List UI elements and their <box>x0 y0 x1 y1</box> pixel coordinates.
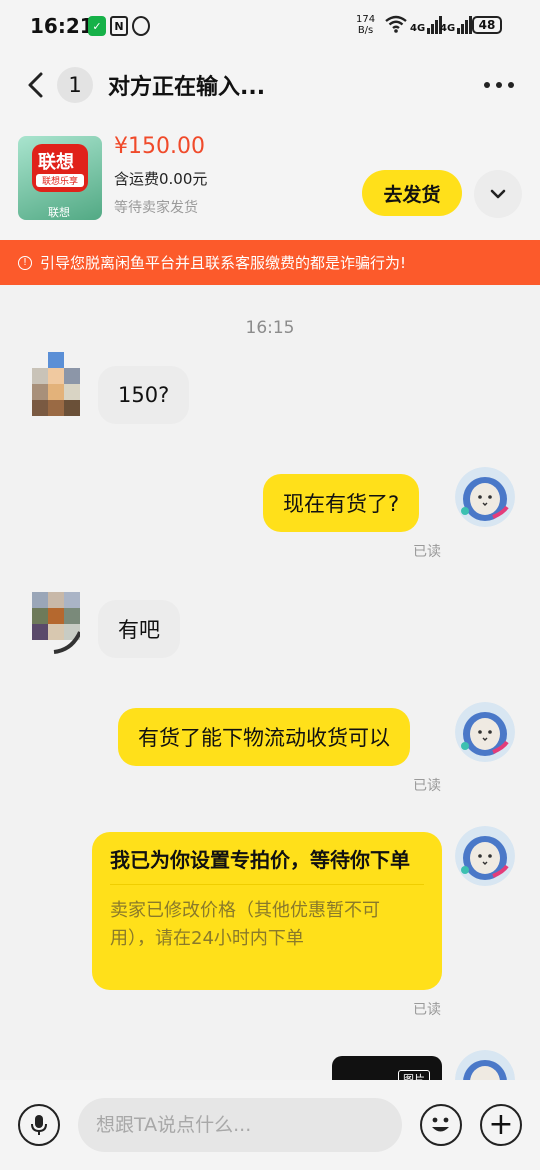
message-bubble-received[interactable]: 150? <box>98 366 190 424</box>
microphone-icon <box>31 1115 47 1135</box>
divider <box>110 884 424 885</box>
fraud-warning-banner: ! 引导您脱离闲鱼平台并且联系客服缴费的都是诈骗行为! <box>0 240 540 285</box>
special-price-card[interactable]: 我已为你设置专拍价，等待你下单 卖家已修改价格（其他优惠暂不可用），请在24小时… <box>92 832 442 990</box>
message-timestamp: 16:15 <box>245 318 295 338</box>
contact-avatar[interactable] <box>32 352 80 416</box>
plus-icon: + <box>488 1107 514 1142</box>
status-bar: 16:21 ✓ N 174 B/s 4G 4G 48 <box>0 0 540 56</box>
user-avatar[interactable] <box>455 702 515 762</box>
signal-icon: 4G <box>410 16 443 34</box>
offer-title: 我已为你设置专拍价，等待你下单 <box>110 848 410 872</box>
message-bubble-received[interactable]: 有吧 <box>98 600 180 658</box>
wechat-icon: ✓ <box>88 16 106 36</box>
user-avatar[interactable] <box>455 467 515 527</box>
network-speed: 174 B/s <box>356 14 376 36</box>
more-actions-button[interactable]: + <box>480 1104 522 1146</box>
chat-header: 1 对方正在输入... <box>0 56 540 118</box>
voice-input-button[interactable] <box>18 1104 60 1146</box>
emoji-icon <box>432 1117 449 1132</box>
product-thumbnail[interactable]: 联想 联想乐享 联想 <box>18 136 102 220</box>
message-input[interactable] <box>78 1098 402 1152</box>
clock: 16:21 <box>30 14 94 38</box>
lenovo-logo: 联想 联想乐享 <box>32 144 88 192</box>
chevron-down-icon <box>490 189 506 199</box>
shipping-fee: 含运费0.00元 <box>114 170 208 188</box>
alarm-icon <box>132 16 150 36</box>
offer-description: 卖家已修改价格（其他优惠暂不可用），请在24小时内下单 <box>110 900 380 949</box>
contact-avatar[interactable] <box>32 592 80 656</box>
wifi-icon <box>385 15 407 33</box>
ship-button[interactable]: 去发货 <box>362 170 462 216</box>
read-receipt: 已读 <box>413 778 441 794</box>
read-receipt: 已读 <box>413 544 441 560</box>
emoji-button[interactable] <box>420 1104 462 1146</box>
back-arrow-icon[interactable] <box>22 70 52 100</box>
unread-count-badge: 1 <box>57 67 93 103</box>
battery-icon: 48 <box>472 16 502 34</box>
more-options-icon[interactable] <box>484 82 514 88</box>
expand-button[interactable] <box>474 170 522 218</box>
alert-icon: ! <box>18 255 32 270</box>
message-bubble-sent[interactable]: 现在有货了? <box>263 474 420 532</box>
user-avatar[interactable] <box>455 826 515 886</box>
warning-text: 引导您脱离闲鱼平台并且联系客服缴费的都是诈骗行为! <box>40 254 407 272</box>
page-title: 对方正在输入... <box>108 75 266 100</box>
message-bubble-sent[interactable]: 有货了能下物流动收货可以 <box>118 708 410 766</box>
order-status: 等待卖家发货 <box>114 200 198 216</box>
nfc-icon: N <box>110 16 128 36</box>
product-price: ¥150.00 <box>114 134 205 159</box>
product-card[interactable]: 联想 联想乐享 联想 ¥150.00 含运费0.00元 等待卖家发货 去发货 <box>0 118 540 240</box>
message-composer: + <box>0 1080 540 1170</box>
read-receipt: 已读 <box>413 1002 441 1018</box>
signal-icon: 4G <box>440 16 473 34</box>
